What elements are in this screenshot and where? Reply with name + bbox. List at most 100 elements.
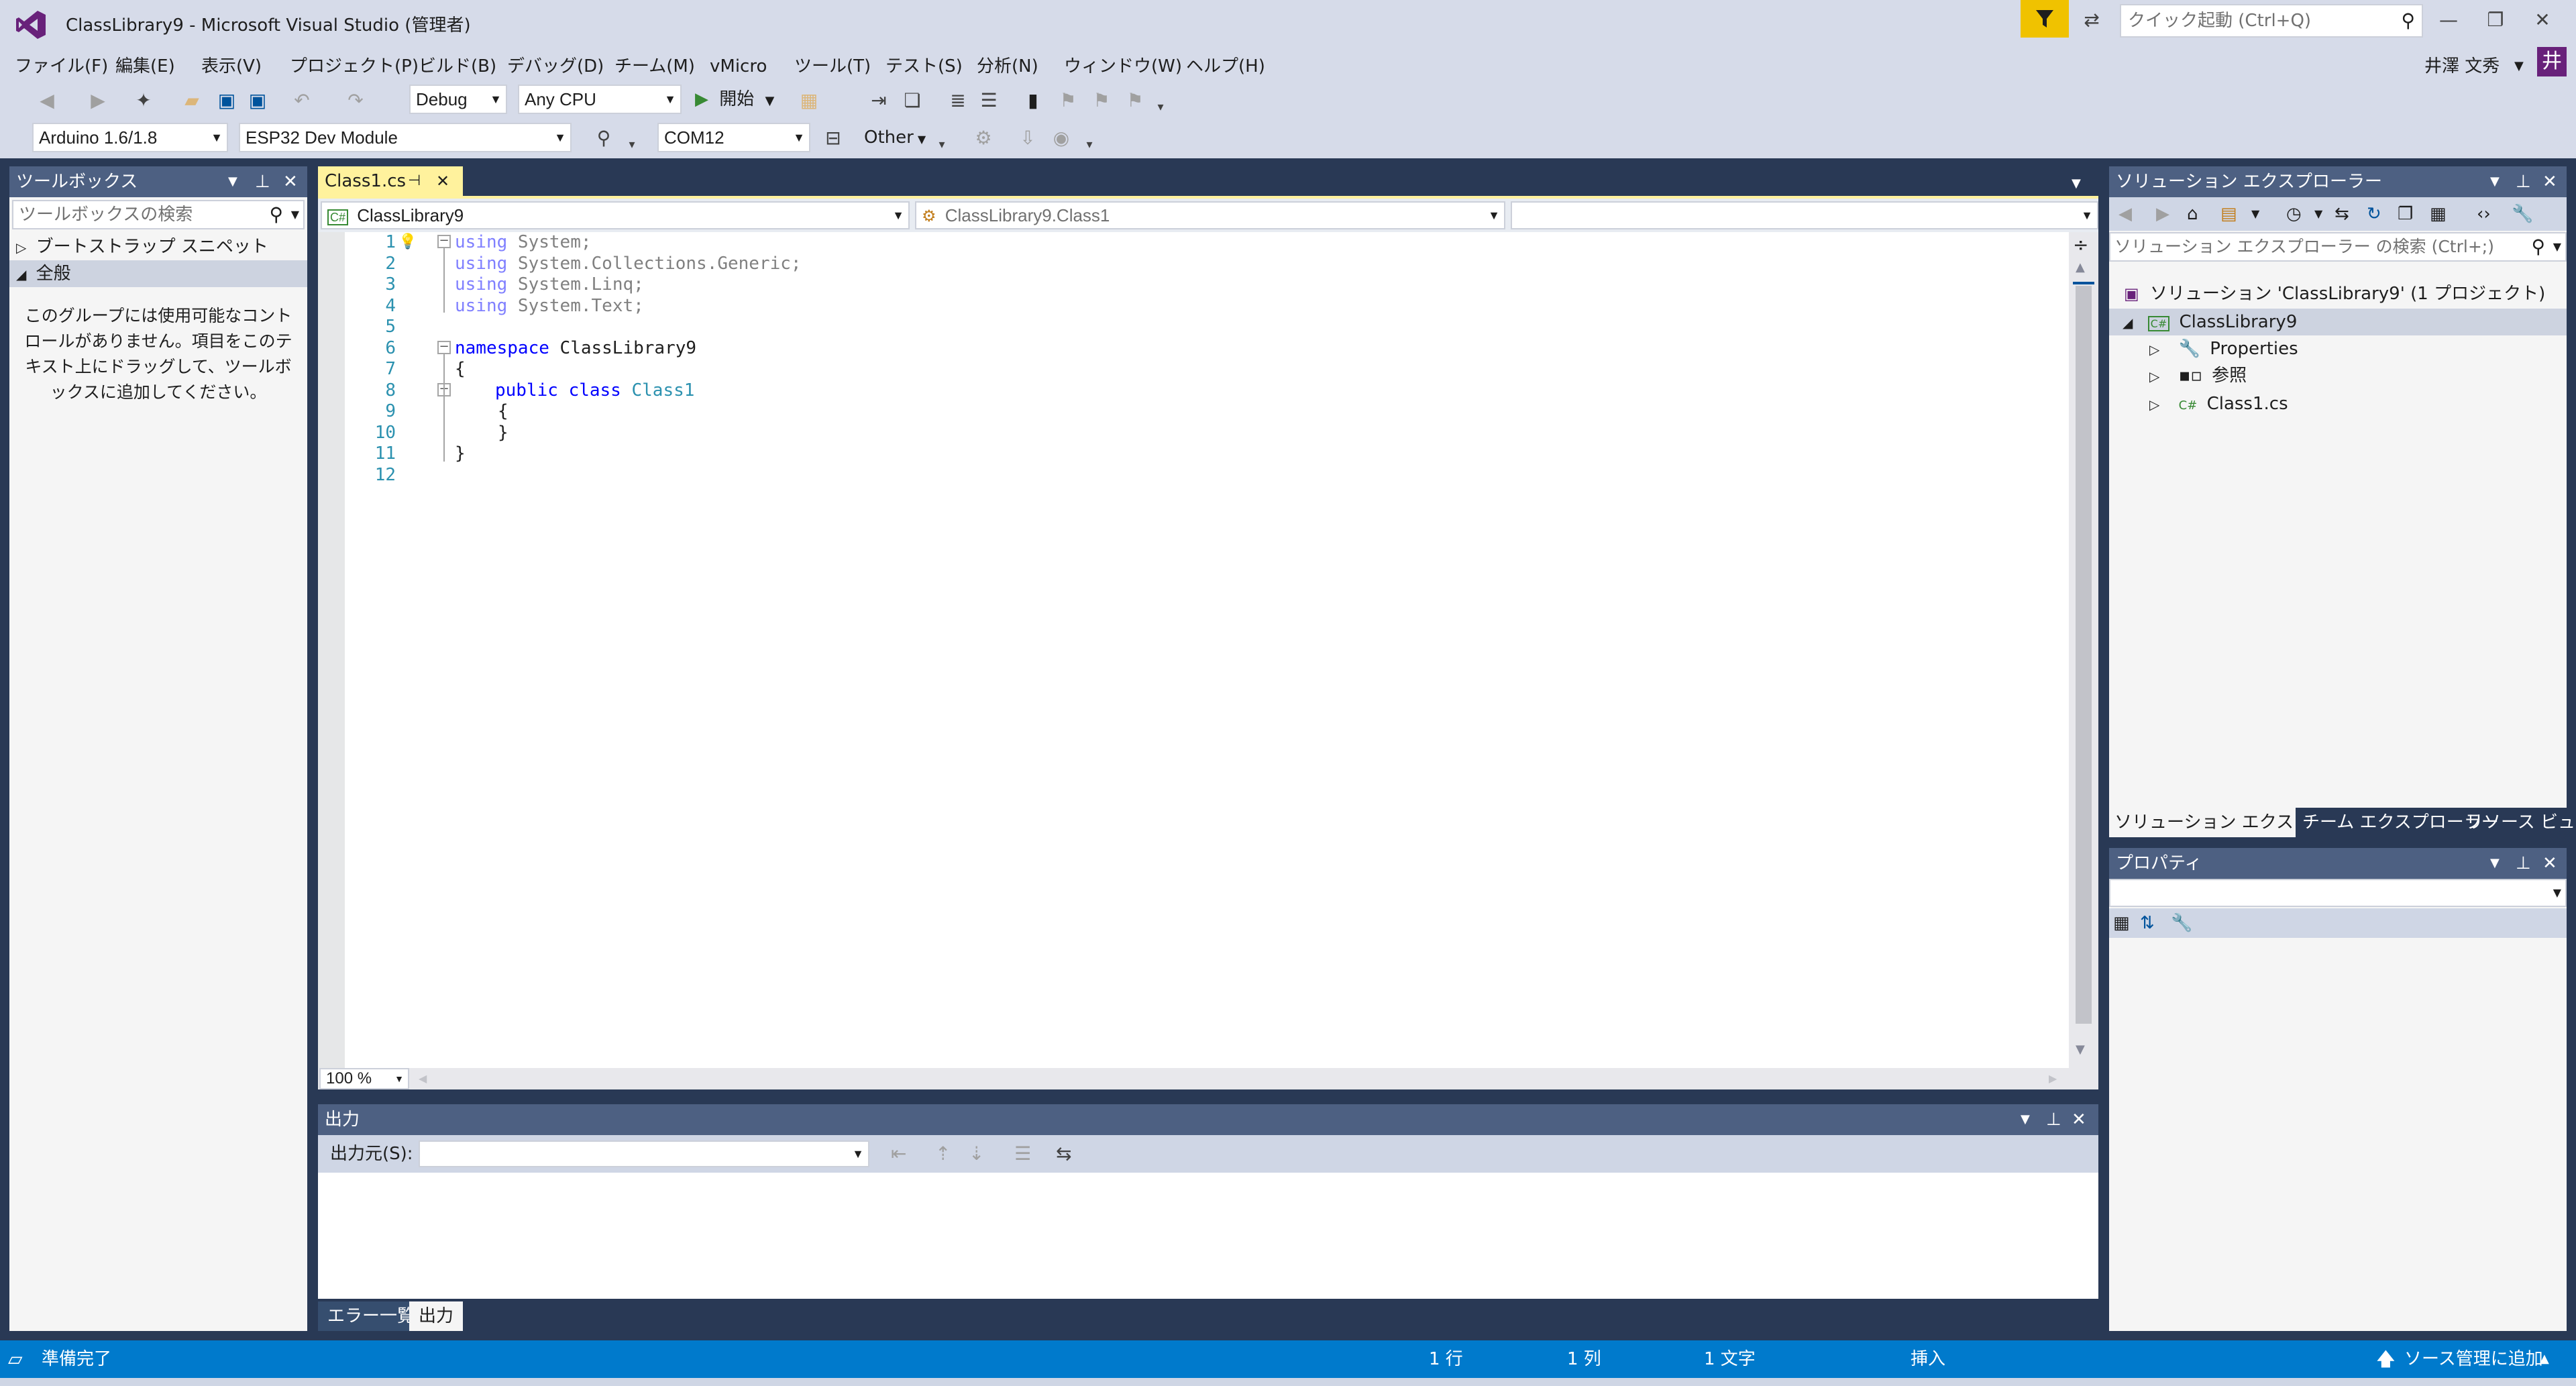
comment-icon[interactable]: ☰ <box>975 87 1002 114</box>
find-in-output-icon[interactable]: ⇤ <box>891 1135 906 1173</box>
toolbox-group-general[interactable]: ◢ 全般 <box>9 260 307 287</box>
solution-node[interactable]: ▣ ソリューション 'ClassLibrary9' (1 プロジェクト) <box>2124 280 2545 307</box>
properties-header[interactable]: プロパティ ▼ ⊥ ✕ <box>2109 848 2567 879</box>
search-icon[interactable]: ⚲ <box>2531 233 2545 260</box>
tab-solution-explorer[interactable]: ソリューション エクスプ... <box>2109 808 2296 837</box>
class1-node[interactable]: ▷ C# Class1.cs <box>2149 390 2288 417</box>
chevron-down-icon[interactable]: ▼ <box>2314 197 2322 231</box>
forward-icon[interactable]: ▶ <box>2156 197 2169 231</box>
forward-icon[interactable]: ▶ <box>85 87 111 114</box>
toolbar-overflow-icon[interactable]: ▾ <box>623 131 641 158</box>
quick-launch-input[interactable]: クイック起動 (Ctrl+Q) <box>2128 5 2311 36</box>
output-header[interactable]: 出力 ▼ ⊥ ✕ <box>318 1104 2098 1135</box>
minimize-button[interactable]: — <box>2435 5 2462 35</box>
word-wrap-icon[interactable]: ⇆ <box>1056 1135 1071 1173</box>
menu-analyze[interactable]: 分析(N) <box>977 51 1038 82</box>
home-icon[interactable]: ⌂ <box>2187 197 2198 231</box>
close-icon[interactable]: ✕ <box>436 166 449 196</box>
output-text-area[interactable] <box>318 1173 2098 1299</box>
code-line[interactable]: using System; <box>455 232 592 254</box>
code-line[interactable]: { <box>498 401 508 423</box>
references-node[interactable]: ▷ ▪▫ 参照 <box>2149 362 2247 389</box>
nav-class-select[interactable]: ⚙ ClassLibrary9.Class1 ▼ <box>915 201 1505 229</box>
back-icon[interactable]: ◀ <box>34 87 60 114</box>
code-line[interactable]: using System.Text; <box>455 296 644 317</box>
panel-menu-chevron-icon[interactable]: ▼ <box>2490 848 2500 879</box>
close-icon[interactable]: ✕ <box>2072 1104 2086 1135</box>
chevron-down-icon[interactable]: ▼ <box>2553 233 2561 260</box>
pin-icon[interactable]: ⊣ <box>408 166 421 196</box>
chevron-up-icon[interactable]: ▲ <box>2540 1340 2549 1378</box>
arduino-version-select[interactable]: Arduino 1.6/1.8 ▼ <box>32 123 228 152</box>
search-icon[interactable]: ⚲ <box>269 201 283 228</box>
show-all-files-icon[interactable]: ▦ <box>2430 197 2447 231</box>
properties-node[interactable]: ▷ 🔧 Properties <box>2149 335 2298 362</box>
code-line[interactable]: { <box>455 359 466 380</box>
back-icon[interactable]: ◀ <box>2118 197 2132 231</box>
properties-wrench-icon[interactable]: 🔧 <box>2512 197 2533 231</box>
menu-view[interactable]: 表示(V) <box>201 51 262 82</box>
save-all-icon[interactable]: ▣ <box>244 87 271 114</box>
panel-menu-chevron-icon[interactable]: ▼ <box>2490 166 2500 197</box>
toolbox-group-bootstrap[interactable]: ▷ ブートストラップ スニペット <box>9 233 307 260</box>
avatar[interactable]: 井 <box>2537 47 2567 76</box>
solution-search-input[interactable]: ソリューション エクスプローラー の検索 (Ctrl+;) <box>2114 233 2494 260</box>
collapse-namespace-icon[interactable]: − <box>437 341 451 354</box>
sync-icon[interactable]: ⇆ <box>2334 197 2349 231</box>
menu-team[interactable]: チーム(M) <box>614 51 695 82</box>
refresh-icon[interactable]: ↻ <box>2367 197 2381 231</box>
pending-changes-icon[interactable]: ◷ <box>2286 197 2302 231</box>
collapse-all-icon[interactable]: ❐ <box>2398 197 2413 231</box>
menu-project[interactable]: プロジェクト(P) <box>290 51 419 82</box>
scroll-down-icon[interactable]: ▼ <box>2076 1043 2085 1057</box>
quick-launch-box[interactable]: クイック起動 (Ctrl+Q) ⚲ <box>2120 4 2423 38</box>
tab-class1-cs[interactable]: Class1.cs ⊣ ✕ <box>318 166 463 196</box>
code-line[interactable]: public class Class1 <box>495 380 694 402</box>
panel-menu-chevron-icon[interactable]: ▼ <box>2021 1104 2030 1135</box>
search-icon[interactable]: ⚲ <box>2401 5 2415 36</box>
start-button[interactable]: ▶ 開始 ▼ <box>695 85 774 114</box>
toolbar-overflow-icon[interactable]: ▾ <box>1151 94 1170 121</box>
bookmark-icon[interactable]: ▮ <box>1020 87 1046 114</box>
chevron-down-icon[interactable]: ▼ <box>2251 197 2259 231</box>
collapse-using-icon[interactable]: − <box>437 235 451 248</box>
close-icon[interactable]: ✕ <box>283 166 298 197</box>
serial-monitor-icon[interactable]: ⊟ <box>820 125 847 152</box>
platform-select[interactable]: Any CPU ▼ <box>518 85 682 114</box>
feedback-icon[interactable]: ⇄ <box>2078 7 2105 34</box>
menu-test[interactable]: テスト(S) <box>885 51 963 82</box>
switch-views-icon[interactable]: ▤ <box>2220 197 2237 231</box>
panel-menu-chevron-icon[interactable]: ▼ <box>228 166 237 197</box>
scroll-left-icon[interactable]: ◀ <box>419 1068 427 1089</box>
tab-error-list[interactable]: エラー一覧 <box>318 1301 425 1331</box>
menu-file[interactable]: ファイル(F) <box>15 51 108 82</box>
menu-debug[interactable]: デバッグ(D) <box>507 51 604 82</box>
menu-tools[interactable]: ツール(T) <box>794 51 871 82</box>
upload-icon[interactable]: ⇩ <box>1014 125 1041 152</box>
maximize-button[interactable]: ❐ <box>2482 5 2509 35</box>
prev-message-icon[interactable]: ⇡ <box>935 1135 951 1173</box>
project-node[interactable]: ◢ C# ClassLibrary9 <box>2109 309 2567 335</box>
toolbar-overflow-icon[interactable]: ▾ <box>1080 131 1099 158</box>
user-menu-chevron-icon[interactable]: ▼ <box>2514 51 2524 82</box>
nav-member-select[interactable]: ▼ <box>1511 201 2098 229</box>
code-line[interactable]: using System.Collections.Generic; <box>455 254 802 275</box>
alphabetical-sort-icon[interactable]: ⇅ <box>2140 908 2155 938</box>
solution-explorer-toggle-icon[interactable]: ❏ <box>899 87 926 114</box>
pin-icon[interactable]: ⊥ <box>255 166 270 197</box>
notification-flag-icon[interactable] <box>2021 0 2069 38</box>
pin-icon[interactable]: ⊥ <box>2516 848 2531 879</box>
close-icon[interactable]: ✕ <box>2542 166 2557 197</box>
open-file-icon[interactable]: ▰ <box>178 87 205 114</box>
code-line[interactable]: } <box>455 443 466 465</box>
serial-port-select[interactable]: COM12 ▼ <box>657 123 810 152</box>
tab-output[interactable]: 出力 <box>409 1301 464 1331</box>
editor-vertical-scrollbar[interactable]: ÷ ▲ ▼ <box>2069 232 2098 1068</box>
split-window-icon[interactable]: ÷ <box>2073 235 2088 255</box>
step-into-icon[interactable]: ⇥ <box>865 87 892 114</box>
source-control-up-icon[interactable]: 🡅 <box>2376 1340 2396 1378</box>
menu-edit[interactable]: 編集(E) <box>115 51 175 82</box>
code-line[interactable]: using System.Linq; <box>455 274 644 296</box>
solution-explorer-search[interactable]: ソリューション エクスプローラー の検索 (Ctrl+;) ⚲ ▼ <box>2109 232 2567 262</box>
board-select[interactable]: ESP32 Dev Module ▼ <box>239 123 572 152</box>
